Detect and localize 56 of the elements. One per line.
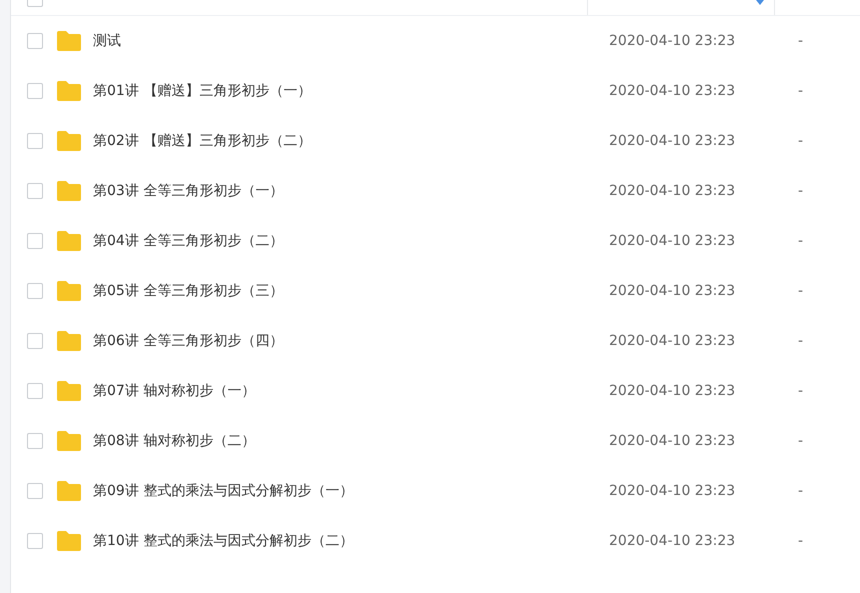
modified-time: 2020-04-10 23:23 xyxy=(609,483,736,499)
checkbox[interactable] xyxy=(27,33,43,49)
folder-name[interactable]: 第03讲 全等三角形初步（一） xyxy=(93,182,609,200)
folder-name[interactable]: 第02讲 【赠送】三角形初步（二） xyxy=(93,132,609,150)
folder-name[interactable]: 第06讲 全等三角形初步（四） xyxy=(93,332,609,350)
modified-time: 2020-04-10 23:23 xyxy=(609,533,736,549)
folder-icon xyxy=(56,30,82,52)
file-size: - xyxy=(798,433,804,449)
file-size: - xyxy=(798,183,804,199)
checkbox[interactable] xyxy=(27,133,43,149)
file-size: - xyxy=(798,383,804,399)
file-size: - xyxy=(798,83,804,99)
file-size: - xyxy=(798,483,804,499)
folder-name[interactable]: 测试 xyxy=(93,32,609,50)
folder-icon xyxy=(56,380,82,402)
file-size: - xyxy=(798,333,804,349)
checkbox[interactable] xyxy=(27,183,43,199)
modified-time: 2020-04-10 23:23 xyxy=(609,183,736,199)
folder-icon xyxy=(56,530,82,552)
folder-icon xyxy=(56,80,82,102)
sort-icon[interactable] xyxy=(756,0,764,5)
folder-icon xyxy=(56,280,82,302)
folder-icon xyxy=(56,330,82,352)
modified-time: 2020-04-10 23:23 xyxy=(609,83,736,99)
file-size: - xyxy=(798,133,804,149)
modified-time: 2020-04-10 23:23 xyxy=(609,283,736,299)
folder-name[interactable]: 第04讲 全等三角形初步（二） xyxy=(93,232,609,250)
folder-icon xyxy=(56,130,82,152)
folder-icon xyxy=(56,230,82,252)
folder-icon xyxy=(56,430,82,452)
folder-name[interactable]: 第10讲 整式的乘法与因式分解初步（二） xyxy=(93,532,609,550)
file-size: - xyxy=(798,533,804,549)
modified-time: 2020-04-10 23:23 xyxy=(609,133,736,149)
folder-name[interactable]: 第01讲 【赠送】三角形初步（一） xyxy=(93,82,609,100)
folder-icon xyxy=(56,480,82,502)
folder-icon xyxy=(56,180,82,202)
folder-name[interactable]: 第08讲 轴对称初步（二） xyxy=(93,432,609,450)
modified-time: 2020-04-10 23:23 xyxy=(609,433,736,449)
file-size: - xyxy=(798,283,804,299)
modified-time: 2020-04-10 23:23 xyxy=(609,383,736,399)
checkbox[interactable] xyxy=(27,83,43,99)
checkbox[interactable] xyxy=(27,233,43,249)
file-size: - xyxy=(798,33,804,49)
checkbox[interactable] xyxy=(27,483,43,499)
modified-time: 2020-04-10 23:23 xyxy=(609,233,736,249)
checkbox[interactable] xyxy=(27,433,43,449)
folder-name[interactable]: 第07讲 轴对称初步（一） xyxy=(93,382,609,400)
checkbox[interactable] xyxy=(27,533,43,549)
folder-name[interactable]: 第09讲 整式的乘法与因式分解初步（一） xyxy=(93,482,609,500)
folder-name[interactable]: 第05讲 全等三角形初步（三） xyxy=(93,282,609,300)
checkbox[interactable] xyxy=(27,383,43,399)
file-size: - xyxy=(798,233,804,249)
checkbox[interactable] xyxy=(27,283,43,299)
checkbox[interactable] xyxy=(27,333,43,349)
modified-time: 2020-04-10 23:23 xyxy=(609,333,736,349)
modified-time: 2020-04-10 23:23 xyxy=(609,33,736,49)
